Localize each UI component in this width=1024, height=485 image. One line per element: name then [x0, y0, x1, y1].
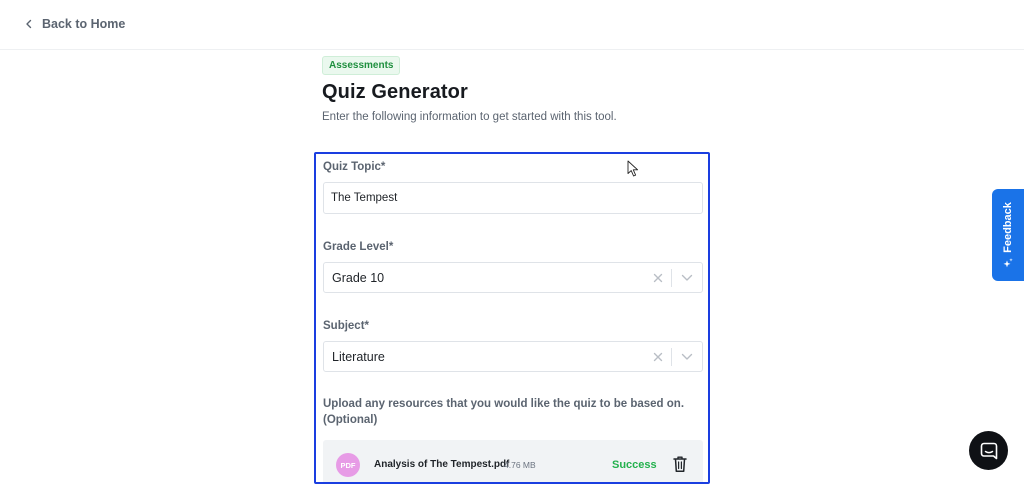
chevron-left-icon: [26, 19, 32, 29]
upload-label-line1: Upload any resources that you would like…: [323, 398, 685, 410]
page-description: Enter the following information to get s…: [322, 111, 617, 123]
feedback-tab-content: Feedback: [1002, 202, 1014, 268]
top-bar: Back to Home: [0, 0, 1024, 50]
upload-label-line2: (Optional): [323, 414, 378, 426]
subject-value: Literature: [332, 349, 385, 364]
feedback-label: Feedback: [1002, 202, 1014, 253]
upload-status: Success: [612, 459, 657, 471]
subject-clear-button[interactable]: [645, 352, 671, 362]
file-size: 4.76 MB: [504, 460, 536, 470]
chat-bubble-icon: [980, 442, 997, 459]
chevron-down-icon: [681, 274, 693, 281]
tool-header: Assessments Quiz Generator Enter the fol…: [322, 55, 722, 123]
quiz-form: Quiz Topic* Grade Level* Grade 10 Subjec…: [314, 152, 710, 484]
subject-select[interactable]: Literature: [323, 341, 703, 372]
subject-dropdown-toggle[interactable]: [672, 353, 702, 361]
back-to-home-link[interactable]: Back to Home: [24, 17, 125, 31]
close-icon: [653, 352, 663, 361]
pdf-file-icon: PDF: [336, 453, 360, 477]
feedback-tab[interactable]: Feedback: [992, 189, 1024, 281]
quiz-topic-label: Quiz Topic*: [323, 161, 386, 173]
mouse-pointer-icon: [627, 160, 639, 177]
chevron-down-icon: [681, 353, 693, 360]
uploaded-file-row: PDF Analysis of The Tempest.pdf 4.76 MB …: [323, 440, 703, 482]
upload-label: Upload any resources that you would like…: [323, 396, 703, 428]
category-badge: Assessments: [322, 56, 401, 75]
grade-level-value: Grade 10: [332, 270, 385, 285]
grade-level-label: Grade Level*: [323, 241, 394, 253]
grade-level-clear-button[interactable]: [645, 273, 671, 283]
quiz-topic-input[interactable]: [323, 182, 703, 214]
grade-level-dropdown-toggle[interactable]: [672, 274, 702, 282]
trash-icon[interactable]: [672, 455, 688, 473]
grade-level-select[interactable]: Grade 10: [323, 262, 703, 293]
page-title: Quiz Generator: [322, 81, 468, 103]
sparkle-icon: [1003, 258, 1013, 268]
file-name: Analysis of The Tempest.pdf: [374, 459, 510, 470]
back-to-home-label: Back to Home: [42, 17, 126, 31]
subject-label: Subject*: [323, 320, 370, 332]
close-icon: [653, 273, 663, 282]
chat-button[interactable]: [969, 431, 1008, 470]
